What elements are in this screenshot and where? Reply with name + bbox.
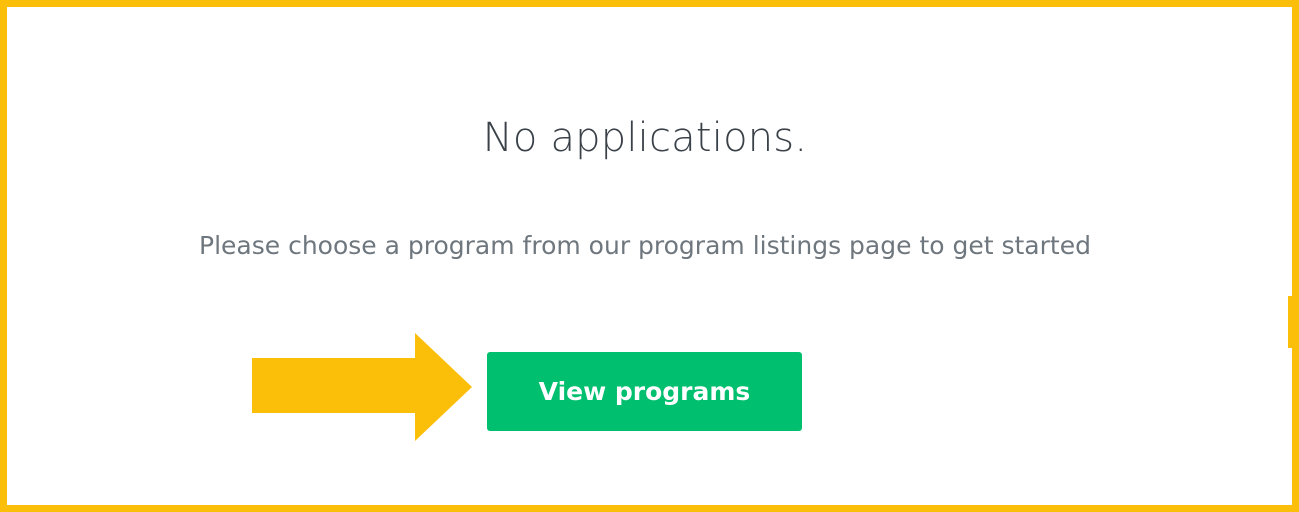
empty-state-subtitle: Please choose a program from our program… bbox=[199, 231, 1091, 260]
frame-edge-notch bbox=[1288, 296, 1292, 348]
view-programs-button[interactable]: View programs bbox=[487, 352, 802, 431]
empty-state-title: No applications. bbox=[482, 115, 808, 161]
arrow-right-icon bbox=[252, 333, 472, 441]
